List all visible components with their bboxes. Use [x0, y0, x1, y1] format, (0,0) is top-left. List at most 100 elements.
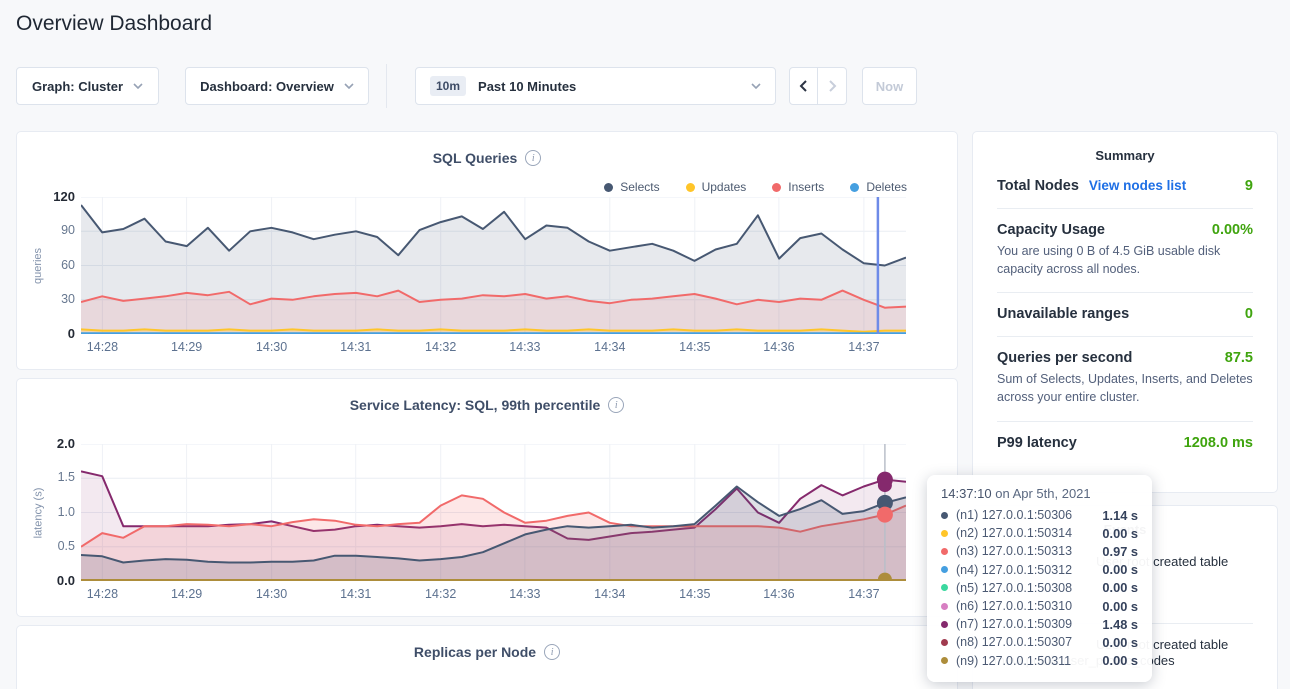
capacity-usage-label: Capacity Usage [997, 222, 1105, 238]
graph-scope-dropdown[interactable]: Graph: Cluster [16, 67, 159, 105]
node-color-dot-icon [941, 566, 948, 573]
tooltip-node-address: (n1) 127.0.0.1:50306 [956, 508, 1094, 522]
p99-latency-value: 1208.0 ms [1184, 435, 1253, 451]
p99-latency-label: P99 latency [997, 435, 1077, 451]
legend-item-updates[interactable]: Updates [686, 180, 747, 194]
chevron-down-icon [344, 83, 354, 89]
y-axis-tick: 1.0 [31, 505, 75, 519]
tooltip-node-latency: 1.48 s [1102, 617, 1138, 632]
tooltip-node-address: (n7) 127.0.0.1:50309 [956, 617, 1094, 631]
y-axis-tick: 90 [31, 223, 75, 237]
tooltip-node-latency: 0.00 s [1102, 635, 1138, 650]
x-axis-tick: 14:29 [162, 587, 212, 601]
tooltip-node-row: (n1) 127.0.0.1:503061.14 s [941, 506, 1138, 524]
tooltip-node-row: (n3) 127.0.0.1:503130.97 s [941, 542, 1138, 560]
y-axis-tick: 0 [31, 326, 75, 341]
summary-title: Summary [997, 132, 1253, 165]
tooltip-node-address: (n9) 127.0.0.1:50311 [956, 654, 1094, 668]
chart-canvas[interactable] [81, 444, 906, 581]
tooltip-node-row: (n9) 127.0.0.1:50311 0.00 s [941, 652, 1138, 670]
x-axis-tick: 14:31 [331, 340, 381, 354]
summary-panel: Summary Total Nodes View nodes list 9 Ca… [972, 131, 1278, 493]
y-axis-tick: 0.5 [31, 539, 75, 553]
tooltip-node-row: (n6) 127.0.0.1:503100.00 s [941, 597, 1138, 615]
previous-range-button[interactable] [789, 67, 818, 105]
tooltip-node-latency: 0.00 s [1102, 580, 1138, 595]
x-axis-tick: 14:30 [247, 587, 297, 601]
summary-row-qps: Queries per second 87.5 Sum of Selects, … [997, 336, 1253, 420]
tooltip-node-address: (n5) 127.0.0.1:50308 [956, 581, 1094, 595]
info-icon[interactable]: i [544, 644, 560, 660]
legend-item-selects[interactable]: Selects [604, 180, 659, 194]
graph-scope-label: Graph: Cluster [32, 79, 123, 94]
time-range-selector[interactable]: 10m Past 10 Minutes [415, 67, 776, 105]
capacity-usage-description: You are using 0 B of 4.5 GiB usable disk… [997, 242, 1253, 292]
tooltip-node-address: (n2) 127.0.0.1:50314 [956, 526, 1094, 540]
node-color-dot-icon [941, 512, 948, 519]
chart-title: Replicas per Node i [17, 644, 957, 660]
x-axis-tick: 14:33 [500, 340, 550, 354]
info-icon[interactable]: i [525, 150, 541, 166]
x-axis-tick: 14:28 [77, 587, 127, 601]
legend-label: Selects [620, 180, 659, 194]
replicas-per-node-chart-panel: Replicas per Node i [16, 625, 958, 689]
x-axis-tick: 14:30 [247, 340, 297, 354]
chart-legend: Selects Updates Inserts Deletes [604, 180, 907, 194]
overview-dashboard-page: Overview Dashboard Graph: Cluster Dashbo… [0, 0, 1290, 689]
dashboard-dropdown[interactable]: Dashboard: Overview [185, 67, 369, 105]
chart-hover-tooltip: 14:37:10 on Apr 5th, 2021 (n1) 127.0.0.1… [927, 475, 1152, 682]
now-button[interactable]: Now [862, 67, 917, 105]
chevron-left-icon [799, 79, 808, 93]
node-color-dot-icon [941, 603, 948, 610]
sql-queries-chart-panel: SQL Queries i Selects Updates Inserts Delet… [16, 131, 958, 370]
legend-dot-icon [604, 183, 613, 192]
time-range-label: Past 10 Minutes [478, 79, 576, 94]
tooltip-node-row: (n5) 127.0.0.1:50308 0.00 s [941, 579, 1138, 597]
legend-label: Deletes [866, 180, 907, 194]
x-axis-tick: 14:32 [416, 587, 466, 601]
y-axis-tick: 1.5 [31, 470, 75, 484]
time-pager [789, 67, 847, 105]
legend-item-deletes[interactable]: Deletes [850, 180, 907, 194]
y-axis-tick: 2.0 [31, 436, 75, 451]
node-color-dot-icon [941, 584, 948, 591]
x-axis-tick: 14:29 [162, 340, 212, 354]
chart-title: SQL Queries i [17, 150, 957, 166]
total-nodes-label: Total Nodes [997, 178, 1079, 194]
y-axis-tick: 60 [31, 258, 75, 272]
chevron-down-icon [751, 83, 761, 89]
tooltip-node-latency: 0.00 s [1102, 526, 1138, 541]
tooltip-node-address: (n3) 127.0.0.1:50313 [956, 544, 1094, 558]
chart-plot-area[interactable] [81, 444, 906, 581]
now-button-label: Now [876, 79, 903, 94]
x-axis-tick: 14:37 [839, 587, 889, 601]
chart-title: Service Latency: SQL, 99th percentile i [17, 397, 957, 413]
next-range-button[interactable] [818, 67, 847, 105]
node-color-dot-icon [941, 621, 948, 628]
y-axis-tick: 30 [31, 292, 75, 306]
x-axis-tick: 14:32 [416, 340, 466, 354]
chevron-right-icon [828, 79, 837, 93]
chart-plot-area[interactable] [81, 197, 906, 334]
chart-canvas[interactable] [81, 197, 906, 334]
tooltip-node-row: (n2) 127.0.0.1:50314 0.00 s [941, 524, 1138, 542]
legend-dot-icon [772, 183, 781, 192]
x-axis-tick: 14:35 [670, 340, 720, 354]
qps-value: 87.5 [1225, 350, 1253, 366]
chart-title-text: Replicas per Node [414, 644, 536, 660]
dashboard-label: Dashboard: Overview [200, 79, 334, 94]
chevron-down-icon [133, 83, 143, 89]
qps-label: Queries per second [997, 350, 1132, 366]
chart-title-text: SQL Queries [433, 150, 518, 166]
x-axis-tick: 14:28 [77, 340, 127, 354]
x-axis-tick: 14:37 [839, 340, 889, 354]
x-axis-tick: 14:33 [500, 587, 550, 601]
tooltip-node-address: (n8) 127.0.0.1:50307 [956, 635, 1094, 649]
info-icon[interactable]: i [608, 397, 624, 413]
view-nodes-list-link[interactable]: View nodes list [1089, 178, 1186, 193]
legend-item-inserts[interactable]: Inserts [772, 180, 824, 194]
tooltip-node-row: (n8) 127.0.0.1:50307 0.00 s [941, 633, 1138, 651]
unavailable-ranges-value: 0 [1245, 306, 1253, 322]
tooltip-rows: (n1) 127.0.0.1:503061.14 s(n2) 127.0.0.1… [941, 506, 1138, 670]
tooltip-node-latency: 0.00 s [1102, 653, 1138, 668]
